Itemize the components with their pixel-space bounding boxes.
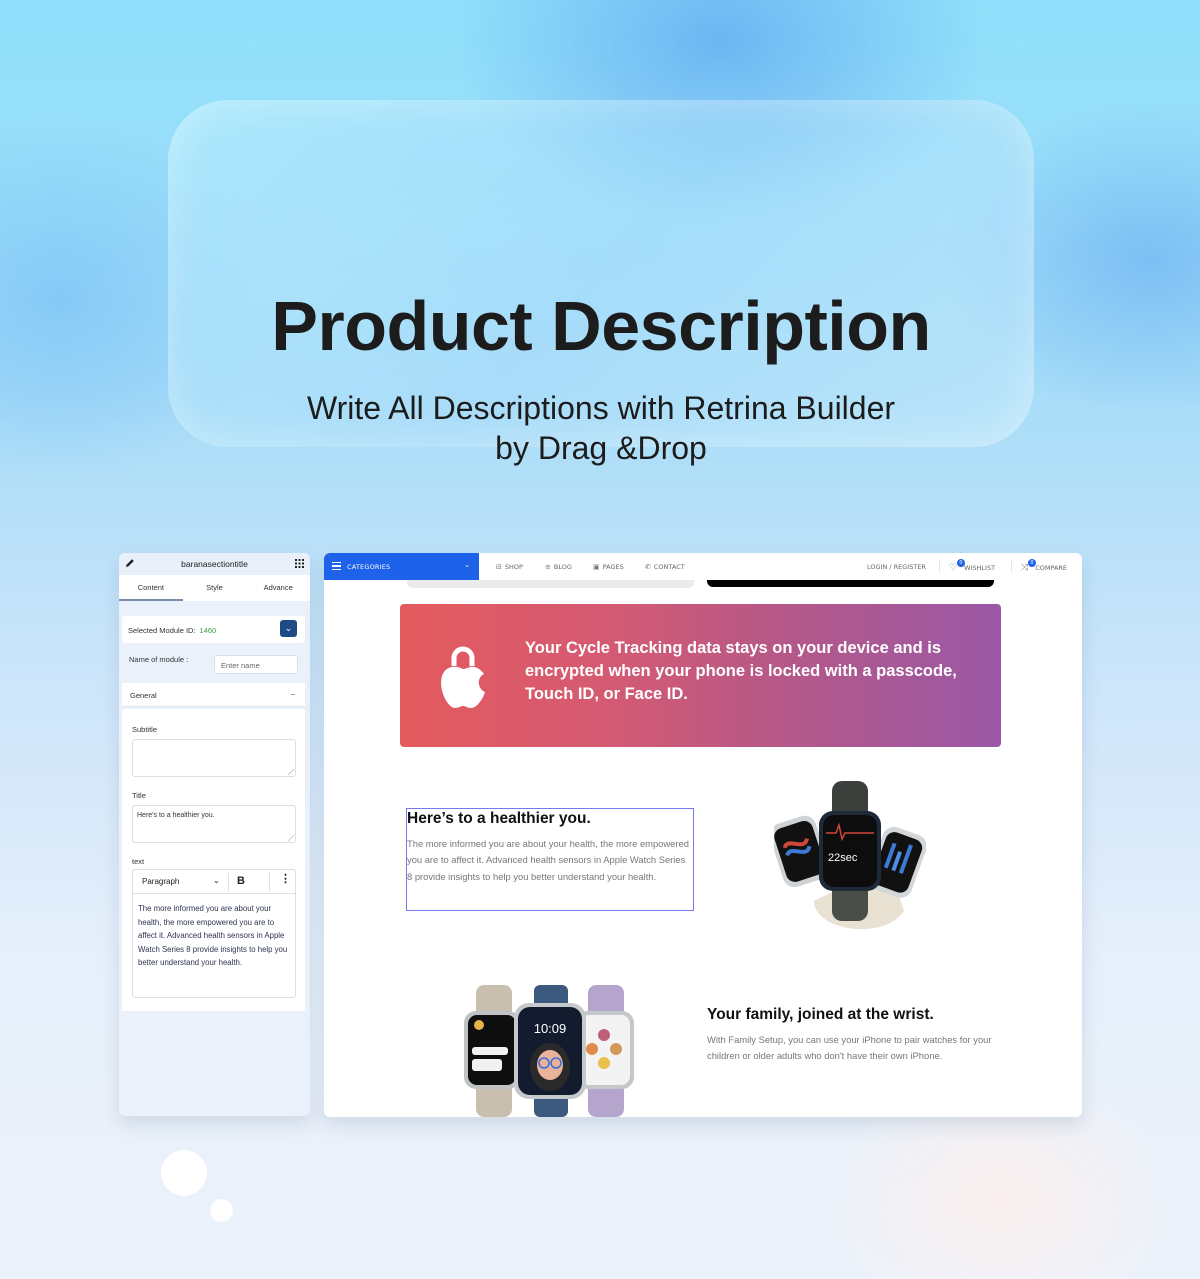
apple-watch-family-image: 10:09 [464, 985, 634, 1117]
privacy-banner: Your Cycle Tracking data stays on your d… [400, 604, 1001, 747]
selected-module-text: Selected Module ID: [128, 626, 196, 635]
shop-icon: ⊟ [496, 563, 502, 571]
menu-icon [332, 562, 341, 570]
title-label: Title [132, 791, 146, 800]
section-text-family: With Family Setup, you can use your iPho… [707, 1034, 992, 1062]
title-value: Here's to a healthier you. [137, 812, 215, 819]
pages-icon: ▣ [593, 563, 600, 571]
toolbar-divider [228, 873, 229, 891]
categories-button[interactable]: CATEGORIES ⌄ [324, 553, 479, 580]
general-section-header[interactable]: General – [122, 683, 305, 707]
apple-watch-trio-image: 22sec [774, 781, 926, 930]
editor-toolbar: Paragraph ⌄ B ⋮ [133, 870, 295, 894]
shuffle-icon: ⤨ [1021, 563, 1029, 573]
subtitle-label: Subtitle [132, 725, 158, 734]
selected-module-id: 1460 [199, 626, 217, 635]
tab-advance[interactable]: Advance [246, 575, 310, 601]
compare-label: COMPARE [1035, 564, 1068, 572]
title-textarea[interactable]: Here's to a healthier you. [132, 805, 296, 843]
hero-subtitle-line2: by Drag &Drop [495, 430, 707, 466]
nav-shop-label: SHOP [504, 563, 523, 571]
hero-card: Product Description Write All Descriptio… [168, 100, 1034, 466]
wishlist-label: WISHLIST [964, 564, 996, 572]
general-label: General [130, 691, 157, 700]
previous-section-bar [407, 580, 694, 588]
watch2-time: 10:09 [534, 1021, 567, 1036]
nav-blog-label: BLOG [553, 563, 572, 571]
login-register-link[interactable]: LOGIN / REGISTER [867, 563, 926, 571]
apple-lock-icon [441, 646, 485, 708]
hero-title: Product Description [271, 287, 931, 365]
text-label: text [132, 857, 145, 866]
editor-panel: baranasectiontitle Content Style Advance… [119, 553, 310, 1116]
header-divider [1011, 561, 1012, 572]
section-text-health: The more informed you are about your hea… [407, 838, 689, 882]
chevron-down-icon[interactable]: ⌄ [213, 876, 220, 885]
panel-title: baranasectiontitle [181, 559, 248, 569]
rich-text-editor: Paragraph ⌄ B ⋮ The more informed you ar… [132, 869, 296, 998]
hero-subtitle-line1: Write All Descriptions with Retrina Buil… [306, 390, 896, 426]
site-preview: CATEGORIES ⌄ ⊟ SHOP ≡ BLOG ▣ PAGES ✆ CONTACT… [324, 553, 1082, 1117]
panel-tabs: Content Style Advance [119, 575, 310, 601]
previous-section-bar-dark [707, 580, 994, 587]
subtitle-textarea[interactable] [132, 739, 296, 777]
more-options-icon[interactable]: ⋮ [280, 874, 291, 885]
selected-module-row: Selected Module ID: 1460 ⌄ [122, 616, 305, 643]
hero-subtitle: Write All Descriptions with Retrina Buil… [168, 388, 1034, 468]
bold-button[interactable]: B [237, 875, 245, 887]
nav-pages[interactable]: ▣ PAGES [593, 563, 624, 571]
general-fields: Subtitle Title Here's to a healthier you… [122, 709, 305, 1011]
nav-contact[interactable]: ✆ CONTACT [645, 563, 685, 571]
nav-blog[interactable]: ≡ BLOG [545, 563, 572, 571]
nav-pages-label: PAGES [602, 563, 624, 571]
nav-contact-label: CONTACT [653, 563, 685, 571]
text-editor-body[interactable]: The more informed you are about your hea… [133, 894, 295, 978]
selected-module-label: Selected Module ID: 1460 [128, 626, 216, 635]
format-select[interactable]: Paragraph [142, 877, 179, 886]
toolbar-divider [269, 873, 270, 891]
chevron-down-icon: ⌄ [284, 623, 293, 633]
resize-handle-icon[interactable] [288, 769, 294, 775]
categories-label: CATEGORIES [347, 563, 391, 571]
section-title-health: Here’s to a healthier you. [407, 810, 591, 827]
section-title-family: Your family, joined at the wrist. [707, 1006, 934, 1023]
grid-icon[interactable] [295, 559, 304, 568]
compare-count-badge: 0 [1028, 559, 1036, 567]
header-divider [939, 561, 940, 572]
heart-icon: ♡ [949, 563, 958, 573]
tab-content[interactable]: Content [119, 575, 183, 601]
panel-header: baranasectiontitle [119, 553, 310, 575]
tab-style[interactable]: Style [183, 575, 247, 601]
blog-icon: ≡ [545, 563, 551, 571]
watch1-time: 22sec [828, 852, 858, 864]
resize-handle-icon[interactable] [288, 835, 294, 841]
collapse-icon[interactable]: – [291, 689, 295, 698]
privacy-banner-text: Your Cycle Tracking data stays on your d… [525, 639, 957, 703]
wishlist-count-badge: 0 [957, 559, 965, 567]
site-header: CATEGORIES ⌄ ⊟ SHOP ≡ BLOG ▣ PAGES ✆ CONTACT… [324, 553, 1082, 580]
nav-shop[interactable]: ⊟ SHOP [496, 563, 523, 571]
module-name-input[interactable]: Enter name [214, 655, 298, 674]
name-of-module-label: Name of module : [129, 655, 189, 664]
phone-icon: ✆ [645, 563, 651, 571]
decorative-bubble [161, 1150, 207, 1196]
chevron-down-icon: ⌄ [464, 561, 470, 569]
decorative-bubble-small [210, 1199, 233, 1222]
wishlist-link[interactable]: ♡ WISHLIST [949, 563, 995, 573]
module-dropdown-button[interactable]: ⌄ [280, 620, 297, 637]
